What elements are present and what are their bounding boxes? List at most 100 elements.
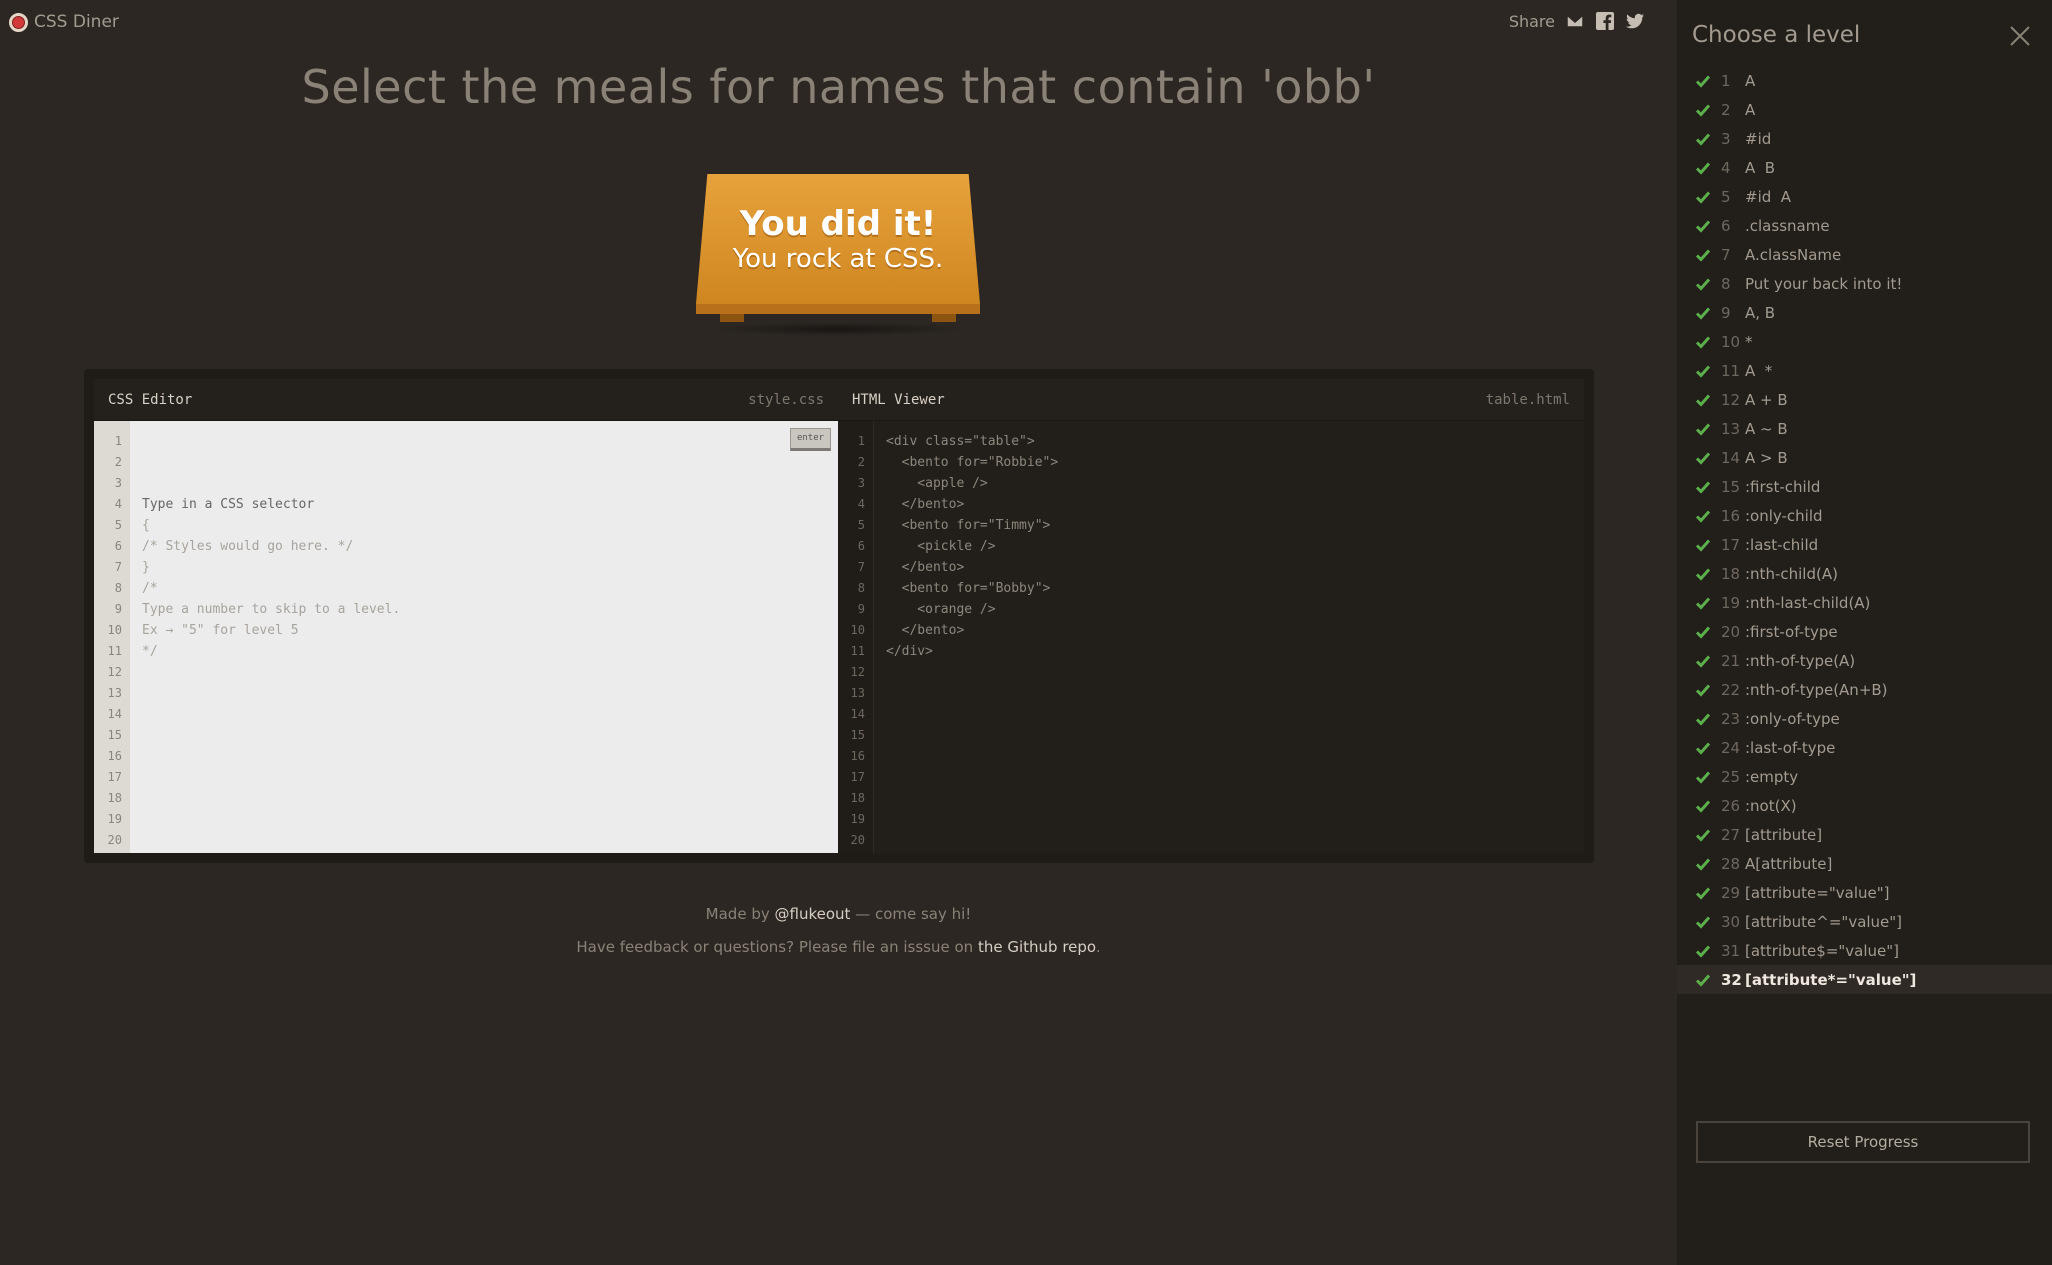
code-line: </div> [886, 644, 933, 659]
enter-button[interactable]: enter [790, 428, 831, 451]
level-item[interactable]: 7 A.className [1677, 240, 2052, 269]
twitter-icon[interactable] [1625, 11, 1645, 31]
level-item[interactable]: 9 A, B [1677, 298, 2052, 327]
level-name: :first-child [1745, 477, 1821, 496]
level-item[interactable]: 1A [1677, 66, 2052, 95]
checkmark-icon [1695, 363, 1711, 379]
line-number: 7 [857, 560, 865, 574]
github-link[interactable]: the Github repo [978, 938, 1096, 956]
level-item[interactable]: 32 [attribute*="value"] [1677, 965, 2052, 994]
level-item[interactable]: 21:nth-of-type(A) [1677, 646, 2052, 675]
code-line: </bento> [886, 497, 965, 512]
level-item[interactable]: 20:first-of-type [1677, 617, 2052, 646]
level-item[interactable]: 11 A * [1677, 356, 2052, 385]
table-leg [720, 314, 744, 322]
code-line: <apple /> [886, 476, 988, 491]
level-item[interactable]: 22:nth-of-type(An+B) [1677, 675, 2052, 704]
line-number: 5 [857, 518, 865, 532]
level-item[interactable]: 10 * [1677, 327, 2052, 356]
level-item[interactable]: 30 [attribute^="value"] [1677, 907, 2052, 936]
reset-progress-button[interactable]: Reset Progress [1696, 1121, 2030, 1163]
line-number: 20 [107, 833, 122, 847]
facebook-icon[interactable] [1595, 11, 1615, 31]
level-item[interactable]: 12 A + B [1677, 385, 2052, 414]
line-number: 15 [107, 728, 122, 742]
line-number: 15 [850, 728, 865, 742]
level-item[interactable]: 6 .classname [1677, 211, 2052, 240]
win-message: You did it! You rock at CSS. [696, 174, 980, 304]
level-number: 15 [1721, 477, 1741, 496]
level-item[interactable]: 8 Put your back into it! [1677, 269, 2052, 298]
line-number: 6 [857, 539, 865, 553]
level-item[interactable]: 2A [1677, 95, 2052, 124]
share-bar: Share [1509, 11, 1645, 31]
level-name: [attribute^="value"] [1745, 912, 1903, 931]
level-number: 12 [1721, 390, 1741, 409]
css-input[interactable]: enter Type in a CSS selector {/* Styles w… [130, 421, 838, 853]
line-number: 2 [857, 455, 865, 469]
level-item[interactable]: 14 A > B [1677, 443, 2052, 472]
level-item[interactable]: 29 [attribute="value"] [1677, 878, 2052, 907]
line-number: 20 [850, 833, 865, 847]
sidebar-title: Choose a level [1692, 22, 1861, 48]
level-name: A, B [1745, 303, 1776, 322]
level-item[interactable]: 31 [attribute$="value"] [1677, 936, 2052, 965]
level-item[interactable]: 24:last-of-type [1677, 733, 2052, 762]
line-number: 17 [850, 770, 865, 784]
code-line: <bento for="Timmy"> [886, 518, 1051, 533]
css-editor-filename: style.css [748, 391, 824, 408]
html-viewer: HTML Viewer table.html 1 2 3 4 5 6 7 8 9 10 11 12 13… [838, 379, 1584, 853]
line-number: 13 [850, 686, 865, 700]
line-number: 17 [107, 770, 122, 784]
code-line: */ [142, 644, 158, 659]
level-item[interactable]: 25:empty [1677, 762, 2052, 791]
line-number: 4 [114, 497, 122, 511]
checkmark-icon [1695, 276, 1711, 292]
level-number: 20 [1721, 622, 1741, 641]
level-item[interactable]: 27 [attribute] [1677, 820, 2052, 849]
level-item[interactable]: 13 A ~ B [1677, 414, 2052, 443]
code-line: } [142, 560, 150, 575]
level-item[interactable]: 15:first-child [1677, 472, 2052, 501]
level-item[interactable]: 26:not(X) [1677, 791, 2052, 820]
level-number: 8 [1721, 274, 1731, 293]
level-item[interactable]: 4 A B [1677, 153, 2052, 182]
checkmark-icon [1695, 740, 1711, 756]
checkmark-icon [1695, 566, 1711, 582]
mail-icon[interactable] [1565, 11, 1585, 31]
level-item[interactable]: 18:nth-child(A) [1677, 559, 2052, 588]
level-item[interactable]: 17:last-child [1677, 530, 2052, 559]
logo[interactable]: CSS Diner [9, 12, 119, 32]
author-link[interactable]: @flukeout [775, 905, 851, 923]
css-editor-header: CSS Editor style.css [94, 379, 838, 421]
level-name: :nth-child(A) [1745, 564, 1838, 583]
level-item[interactable]: 16:only-child [1677, 501, 2052, 530]
html-markup[interactable]: <div class="table"> <bento for="Robbie">… [874, 421, 1584, 853]
level-item[interactable]: 28 A[attribute] [1677, 849, 2052, 878]
code-line: Type in a CSS selector [142, 497, 315, 512]
level-number: 5 [1721, 187, 1731, 206]
line-number: 8 [114, 581, 122, 595]
level-instruction: Select the meals for names that contain … [301, 60, 1376, 114]
feedback-suffix: . [1095, 938, 1101, 956]
level-sidebar: Choose a level 1 A 2 A 3 #id 4 A B 5 #id A 6 .class… [1677, 0, 2052, 1265]
level-number: 26 [1721, 796, 1741, 815]
line-number: 13 [107, 686, 122, 700]
css-editor: CSS Editor style.css 1 2 3 4 5 6 7 8 9 10 11 12 13 14… [94, 379, 838, 853]
level-item[interactable]: 5 #id A [1677, 182, 2052, 211]
close-icon[interactable] [2008, 24, 2032, 48]
checkmark-icon [1695, 914, 1711, 930]
code-line: /* [142, 581, 158, 596]
level-name: [attribute="value"] [1745, 883, 1890, 902]
level-number: 1 [1721, 71, 1731, 90]
level-number: 23 [1721, 709, 1741, 728]
level-item[interactable]: 19:nth-last-child(A) [1677, 588, 2052, 617]
level-number: 3 [1721, 129, 1731, 148]
checkmark-icon [1695, 218, 1711, 234]
level-name: .classname [1745, 216, 1830, 235]
line-number: 11 [107, 644, 122, 658]
level-item[interactable]: 3 #id [1677, 124, 2052, 153]
level-item[interactable]: 23:only-of-type [1677, 704, 2052, 733]
line-number: 5 [114, 518, 122, 532]
level-number: 9 [1721, 303, 1731, 322]
